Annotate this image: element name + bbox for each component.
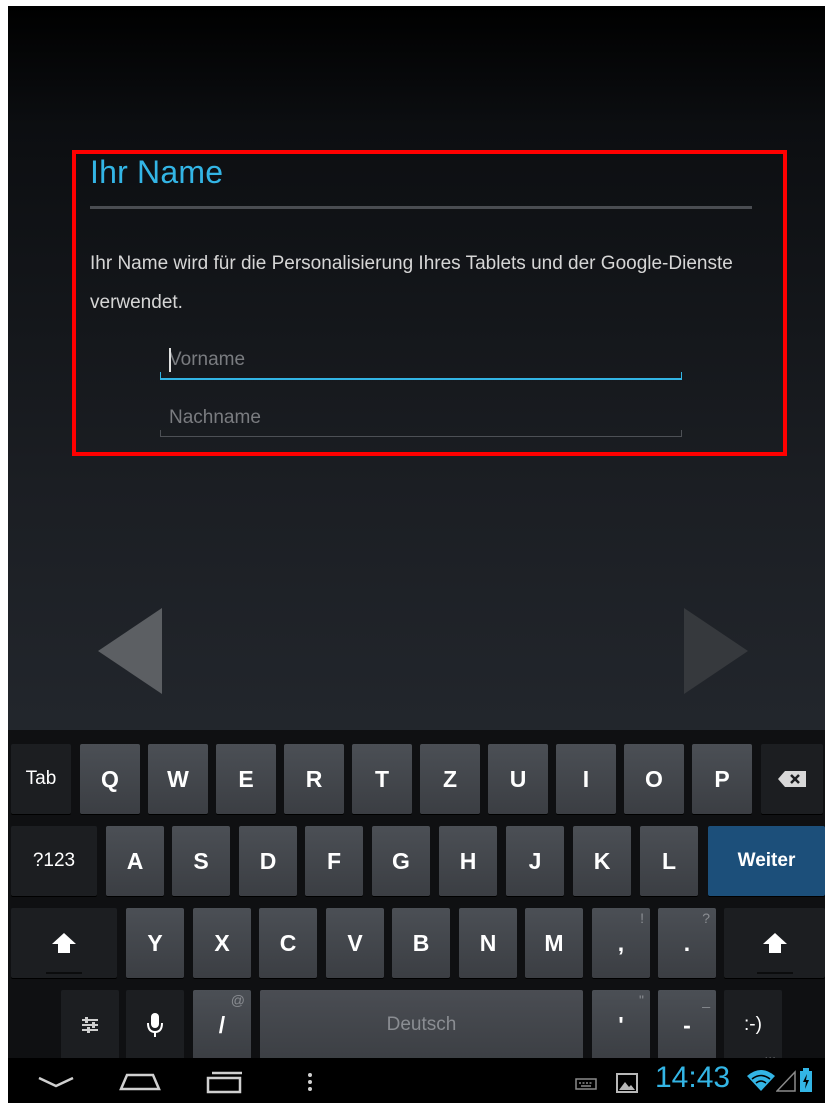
wifi-icon — [747, 1070, 775, 1091]
status-clock: 14:43 — [655, 1061, 731, 1094]
home-icon[interactable] — [118, 1070, 162, 1092]
key-settings[interactable] — [61, 990, 119, 1060]
key-r[interactable]: R — [284, 744, 344, 814]
next-arrow-button[interactable] — [680, 606, 750, 696]
key-apostrophe-alt: " — [639, 992, 644, 1008]
key-comma-alt: ! — [640, 910, 644, 926]
key-j[interactable]: J — [506, 826, 564, 896]
key-l[interactable]: L — [640, 826, 698, 896]
key-v[interactable]: V — [326, 908, 384, 978]
shift-arrow-icon — [762, 933, 787, 953]
key-e[interactable]: E — [216, 744, 276, 814]
key-z[interactable]: Z — [420, 744, 480, 814]
triangle-left-icon — [98, 608, 162, 694]
key-dash[interactable]: - _ — [658, 990, 716, 1060]
keyboard-indicator-icon — [575, 1078, 597, 1090]
key-tab[interactable]: Tab — [11, 744, 71, 814]
next-key-weiter[interactable]: Weiter — [708, 826, 825, 896]
key-dash-alt: _ — [702, 992, 710, 1008]
key-b[interactable]: B — [392, 908, 450, 978]
triangle-right-icon — [684, 608, 748, 694]
first-name-field[interactable] — [160, 342, 682, 380]
key-s[interactable]: S — [172, 826, 230, 896]
key-voice[interactable] — [126, 990, 184, 1060]
settings-sliders-icon — [82, 1017, 98, 1033]
last-name-field[interactable] — [160, 400, 682, 437]
key-backspace[interactable] — [761, 744, 823, 814]
key-period[interactable]: . ? — [658, 908, 716, 978]
text-cursor — [169, 348, 171, 372]
key-shift-left[interactable] — [11, 908, 117, 978]
key-n[interactable]: N — [459, 908, 517, 978]
key-apostrophe-label: ' — [618, 1011, 624, 1038]
key-shift-right[interactable] — [724, 908, 825, 978]
first-name-input[interactable] — [160, 342, 682, 378]
tablet-screen: Ihr Name Ihr Name wird für die Personali… — [8, 6, 825, 1103]
page-title: Ihr Name — [90, 154, 224, 190]
backspace-icon — [778, 771, 806, 787]
key-d[interactable]: D — [239, 826, 297, 896]
key-g[interactable]: G — [372, 826, 430, 896]
key-h[interactable]: H — [439, 826, 497, 896]
back-arrow-button[interactable] — [96, 606, 166, 696]
key-q[interactable]: Q — [80, 744, 140, 814]
title-divider — [90, 206, 752, 209]
key-t[interactable]: T — [352, 744, 412, 814]
key-smiley[interactable]: :-) ... — [724, 990, 782, 1062]
last-name-input[interactable] — [160, 400, 682, 436]
key-dash-label: - — [683, 1011, 691, 1038]
hide-keyboard-icon[interactable] — [36, 1074, 76, 1090]
recent-apps-icon[interactable] — [206, 1070, 244, 1094]
key-slash-alt: @ — [230, 992, 245, 1008]
space-key[interactable]: Deutsch — [260, 990, 583, 1060]
menu-dots-icon[interactable] — [306, 1072, 314, 1092]
key-f[interactable]: F — [305, 826, 363, 896]
key-k[interactable]: K — [573, 826, 631, 896]
key-y[interactable]: Y — [126, 908, 184, 978]
screenshot-notification-icon — [616, 1073, 638, 1093]
key-x[interactable]: X — [193, 908, 251, 978]
key-symbols[interactable]: ?123 — [11, 826, 97, 896]
description-text: Ihr Name wird für die Personalisierung I… — [90, 253, 733, 313]
cell-signal-icon — [776, 1070, 796, 1092]
key-c[interactable]: C — [259, 908, 317, 978]
shift-arrow-icon — [52, 933, 76, 953]
key-smiley-label: :-) — [744, 1014, 762, 1035]
key-u[interactable]: U — [488, 744, 548, 814]
key-period-label: . — [683, 929, 691, 956]
key-m[interactable]: M — [525, 908, 583, 978]
key-comma[interactable]: , ! — [592, 908, 650, 978]
key-apostrophe[interactable]: ' " — [592, 990, 650, 1060]
key-w[interactable]: W — [148, 744, 208, 814]
key-a[interactable]: A — [106, 826, 164, 896]
system-navigation-bar: 14:43 — [8, 1058, 825, 1103]
key-slash[interactable]: / @ — [193, 990, 251, 1060]
key-o[interactable]: O — [624, 744, 684, 814]
microphone-icon — [147, 1013, 163, 1037]
key-comma-label: , — [617, 929, 625, 956]
key-i[interactable]: I — [556, 744, 616, 814]
key-p[interactable]: P — [692, 744, 752, 814]
battery-charging-icon — [800, 1068, 812, 1092]
on-screen-keyboard: Tab Q W E R T Z U I O P ?123 A S D F G H… — [8, 730, 825, 1062]
key-slash-label: / — [218, 1011, 226, 1038]
key-period-alt: ? — [702, 910, 710, 926]
